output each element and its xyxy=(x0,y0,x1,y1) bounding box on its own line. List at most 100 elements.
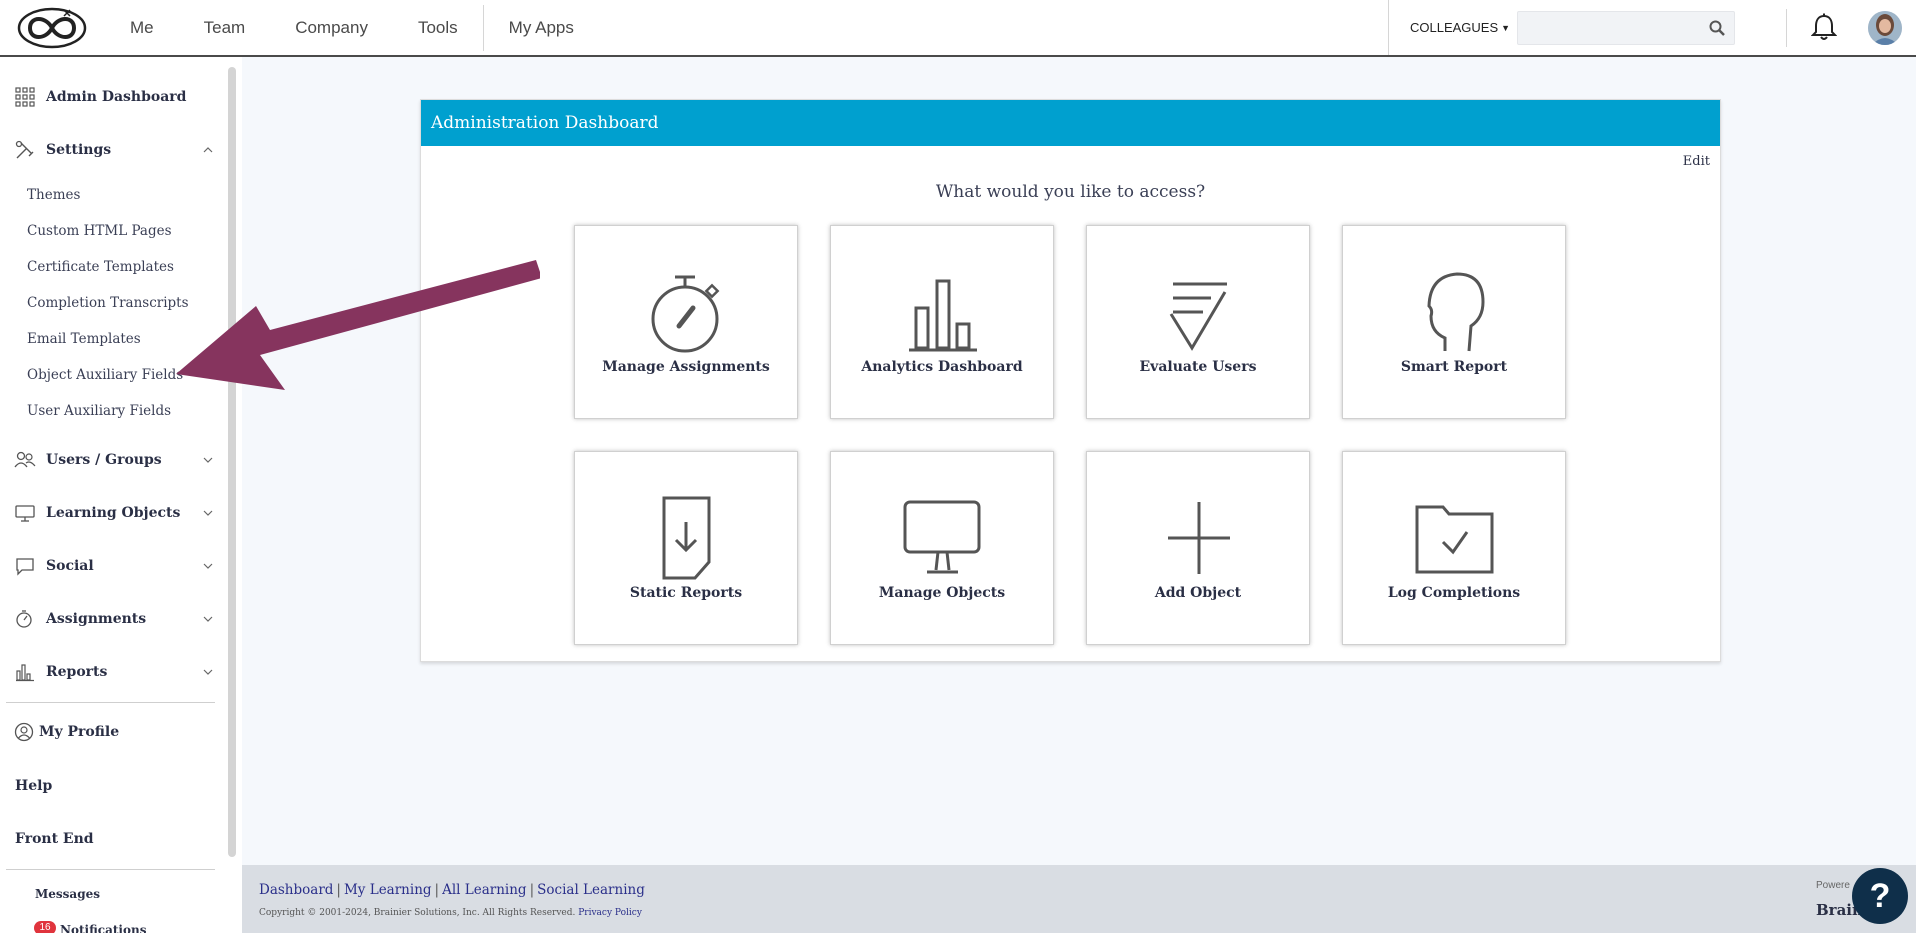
sidebar-item-help[interactable]: Help xyxy=(15,778,52,794)
tile-smart-report[interactable]: Smart Report xyxy=(1342,225,1566,419)
sidebar-label: Admin Dashboard xyxy=(46,89,187,105)
nav-my-apps[interactable]: My Apps xyxy=(484,18,599,38)
colleagues-dropdown[interactable]: COLLEAGUES ▼ xyxy=(1388,0,1510,55)
main-content: Administration Dashboard Edit What would… xyxy=(242,57,1916,865)
bar-chart-icon xyxy=(16,664,34,682)
sidebar: Admin Dashboard Settings Themes Custom H… xyxy=(0,57,242,933)
sidebar-item-email-templates[interactable]: Email Templates xyxy=(27,331,141,347)
tile-label: Add Object xyxy=(1154,585,1242,601)
tile-analytics-dashboard[interactable]: Analytics Dashboard xyxy=(830,225,1054,419)
sidebar-item-admin-dashboard[interactable]: Admin Dashboard xyxy=(14,87,214,107)
sidebar-item-themes[interactable]: Themes xyxy=(27,187,80,203)
nav-tools[interactable]: Tools xyxy=(393,18,483,38)
sidebar-item-user-auxiliary-fields[interactable]: User Auxiliary Fields xyxy=(27,403,171,419)
nav-company[interactable]: Company xyxy=(270,18,393,38)
privacy-policy-link[interactable]: Privacy Policy xyxy=(578,908,642,918)
nav-me[interactable]: Me xyxy=(118,18,179,38)
profile-icon xyxy=(14,722,34,742)
sidebar-label: Assignments xyxy=(46,611,147,627)
tile-manage-objects[interactable]: Manage Objects xyxy=(830,451,1054,645)
sidebar-item-custom-html-pages[interactable]: Custom HTML Pages xyxy=(27,223,172,239)
logo-icon[interactable] xyxy=(16,6,88,50)
search-icon[interactable] xyxy=(1708,19,1726,37)
plus-icon xyxy=(1168,502,1230,574)
sidebar-item-messages[interactable]: Messages xyxy=(35,887,100,901)
download-doc-icon xyxy=(662,496,711,580)
sidebar-scrollbar[interactable] xyxy=(228,67,236,857)
tile-label: Manage Objects xyxy=(878,585,1006,601)
footer-link-all-learning[interactable]: All Learning xyxy=(442,882,526,898)
sidebar-label: My Profile xyxy=(39,724,120,740)
tile-manage-assignments[interactable]: Manage Assignments xyxy=(574,225,798,419)
footer: Dashboard | My Learning | All Learning | Socia… xyxy=(242,865,1916,933)
footer-link-my-learning[interactable]: My Learning xyxy=(344,882,432,898)
bar-chart-icon xyxy=(909,279,977,352)
sidebar-item-settings[interactable]: Settings xyxy=(14,140,214,160)
copyright-text: Copyright © 2001-2024, Brainier Solution… xyxy=(259,908,576,918)
chat-icon xyxy=(16,558,34,576)
chevron-down-icon xyxy=(203,457,213,463)
tile-label: Analytics Dashboard xyxy=(861,359,1023,375)
panel-title: Administration Dashboard xyxy=(421,100,1720,146)
head-icon xyxy=(1427,272,1485,352)
sidebar-item-object-auxiliary-fields[interactable]: Object Auxiliary Fields xyxy=(27,367,183,383)
sidebar-divider xyxy=(6,702,215,703)
chevron-up-icon xyxy=(203,147,213,153)
copyright: Copyright © 2001-2024, Brainier Solution… xyxy=(259,908,642,918)
footer-separator: | xyxy=(336,882,341,898)
sidebar-item-assignments[interactable]: Assignments xyxy=(14,609,214,629)
sidebar-item-users-groups[interactable]: Users / Groups xyxy=(14,450,214,470)
sidebar-label: Learning Objects xyxy=(46,505,181,521)
tile-label: Smart Report xyxy=(1400,359,1508,375)
nav-team[interactable]: Team xyxy=(179,18,271,38)
top-navbar: Me Team Company Tools My Apps COLLEAGUES… xyxy=(0,0,1916,57)
tile-log-completions[interactable]: Log Completions xyxy=(1342,451,1566,645)
footer-link-social-learning[interactable]: Social Learning xyxy=(537,882,645,898)
sidebar-item-completion-transcripts[interactable]: Completion Transcripts xyxy=(27,295,189,311)
footer-separator: | xyxy=(434,882,440,898)
search-box xyxy=(1517,11,1735,45)
grid-icon xyxy=(15,87,35,107)
bell-divider xyxy=(1786,9,1787,47)
notifications-count-badge: 16 xyxy=(34,921,56,933)
tile-add-object[interactable]: Add Object xyxy=(1086,451,1310,645)
footer-separator: | xyxy=(529,882,535,898)
caret-down-icon: ▼ xyxy=(1501,22,1511,33)
sidebar-label: Users / Groups xyxy=(46,452,162,468)
sidebar-label: Social xyxy=(46,558,94,574)
sidebar-divider xyxy=(6,869,215,870)
bell-icon[interactable] xyxy=(1811,13,1837,41)
avatar[interactable] xyxy=(1868,11,1902,45)
sidebar-item-social[interactable]: Social xyxy=(14,556,214,576)
main-nav: Me Team Company Tools My Apps xyxy=(118,0,599,55)
chevron-down-icon xyxy=(203,510,213,516)
access-question: What would you like to access? xyxy=(935,182,1206,202)
checklist-icon xyxy=(1169,282,1227,351)
monitor-icon xyxy=(903,500,981,574)
sidebar-item-my-profile[interactable]: My Profile xyxy=(14,722,214,742)
tools-icon xyxy=(15,140,34,159)
tile-label: Static Reports xyxy=(629,585,743,601)
sidebar-label: Settings xyxy=(46,142,112,158)
sidebar-label: Reports xyxy=(46,664,108,680)
monitor-icon xyxy=(15,505,35,522)
tile-static-reports[interactable]: Static Reports xyxy=(574,451,798,645)
colleagues-label: COLLEAGUES xyxy=(1410,20,1499,35)
search-input[interactable] xyxy=(1518,12,1698,44)
chevron-down-icon xyxy=(203,669,213,675)
folder-check-icon xyxy=(1415,505,1494,574)
sidebar-item-front-end[interactable]: Front End xyxy=(15,831,94,847)
chevron-down-icon xyxy=(203,616,213,622)
stopwatch-icon xyxy=(651,275,720,353)
edit-link[interactable]: Edit xyxy=(1683,154,1710,169)
tile-evaluate-users[interactable]: Evaluate Users xyxy=(1086,225,1310,419)
footer-link-dashboard[interactable]: Dashboard xyxy=(259,882,333,898)
sidebar-item-notifications[interactable]: Notifications xyxy=(60,923,146,933)
sidebar-item-reports[interactable]: Reports xyxy=(14,662,214,682)
sidebar-item-learning-objects[interactable]: Learning Objects xyxy=(14,503,214,523)
sidebar-item-certificate-templates[interactable]: Certificate Templates xyxy=(27,259,174,275)
users-icon xyxy=(14,451,36,468)
tile-label: Evaluate Users xyxy=(1139,359,1257,375)
help-button[interactable]: ? xyxy=(1852,868,1908,924)
chevron-down-icon xyxy=(203,563,213,569)
